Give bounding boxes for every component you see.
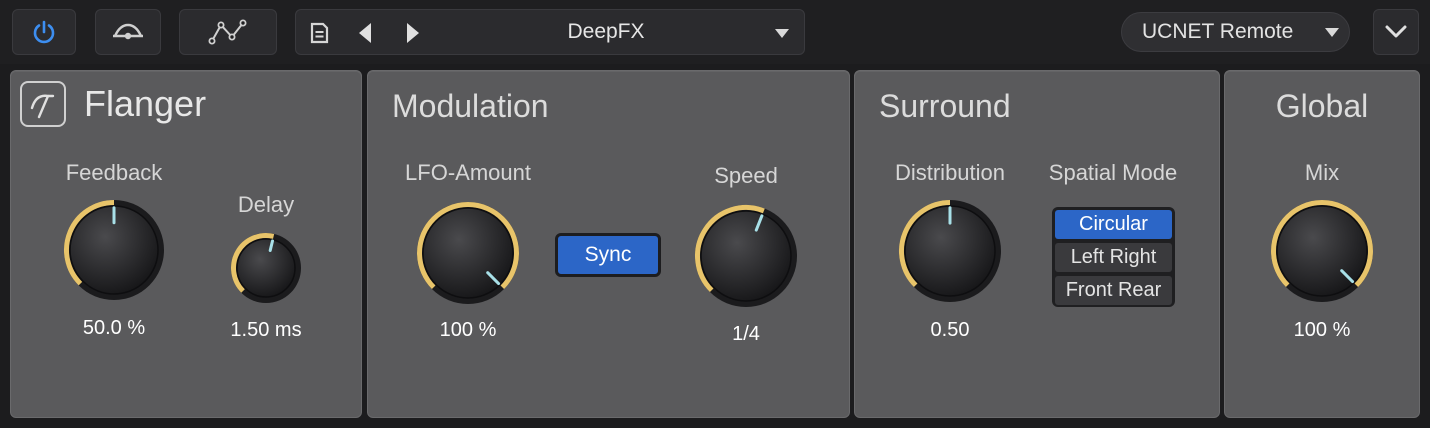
lfo-amount-value: 100 %: [439, 319, 497, 341]
remote-label: UCNET Remote: [1142, 20, 1294, 43]
speed-value: 1/4: [732, 323, 760, 345]
global-panel: Global Mix 100 %: [1224, 70, 1420, 418]
surround-title: Surround: [879, 88, 1011, 124]
speed-label: Speed: [714, 163, 778, 188]
modulation-panel: Modulation LFO-Amount 100 % Sync Speed 1…: [367, 70, 850, 418]
compare-button[interactable]: [95, 9, 161, 55]
mix-knob[interactable]: [1268, 197, 1376, 305]
spatial-mode-label: Spatial Mode: [1048, 160, 1178, 185]
preset-file-icon[interactable]: [308, 21, 330, 45]
distribution-value: 0.50: [930, 319, 970, 341]
flanger-logo-icon: [20, 81, 66, 127]
mode-option-front-rear[interactable]: Front Rear: [1055, 276, 1172, 305]
modulation-title: Modulation: [392, 88, 549, 124]
feedback-value: 50.0 %: [82, 317, 146, 339]
flanger-title: Flanger: [84, 83, 207, 124]
delay-knob[interactable]: [228, 230, 304, 306]
next-preset-icon[interactable]: [404, 21, 422, 45]
lfo-amount-knob[interactable]: [414, 199, 522, 307]
expand-button[interactable]: [1373, 9, 1419, 55]
previous-preset-icon[interactable]: [356, 21, 374, 45]
toolbar: DeepFX UCNET Remote: [0, 0, 1430, 64]
mode-option-circular[interactable]: Circular: [1055, 210, 1172, 239]
sync-button[interactable]: Sync: [555, 233, 661, 277]
preset-dropdown-caret-icon[interactable]: [775, 29, 789, 38]
feedback-label: Feedback: [65, 160, 163, 185]
speed-knob[interactable]: [692, 202, 800, 310]
spatial-mode-selector: Circular Left Right Front Rear: [1052, 207, 1175, 307]
remote-dropdown-caret-icon: [1325, 28, 1339, 37]
knob-body: [236, 238, 296, 298]
power-button[interactable]: [12, 9, 76, 55]
delay-value: 1.50 ms: [230, 319, 302, 341]
mix-label: Mix: [1304, 160, 1340, 185]
chevron-down-icon: [1385, 25, 1407, 38]
compare-curve-icon: [113, 23, 143, 40]
automation-icon: [208, 19, 247, 45]
distribution-label: Distribution: [894, 160, 1006, 185]
feedback-knob[interactable]: [61, 197, 167, 303]
lfo-amount-label: LFO-Amount: [405, 160, 531, 185]
surround-panel: Surround Distribution 0.50 Spatial Mode …: [854, 70, 1220, 418]
delay-label: Delay: [237, 192, 295, 217]
preset-bar: DeepFX: [295, 9, 805, 55]
mix-value: 100 %: [1293, 319, 1351, 341]
distribution-knob[interactable]: [896, 197, 1004, 305]
preset-name[interactable]: DeepFX: [296, 10, 916, 54]
flanger-panel: Flanger Feedback 50.0 % Delay 1.50 ms: [10, 70, 362, 418]
mode-option-left-right[interactable]: Left Right: [1055, 243, 1172, 272]
global-title: Global: [1275, 88, 1369, 124]
ucnet-remote-dropdown[interactable]: UCNET Remote: [1121, 12, 1350, 52]
automation-button[interactable]: [179, 9, 277, 55]
knob-body: [700, 210, 792, 302]
power-icon: [33, 20, 55, 44]
